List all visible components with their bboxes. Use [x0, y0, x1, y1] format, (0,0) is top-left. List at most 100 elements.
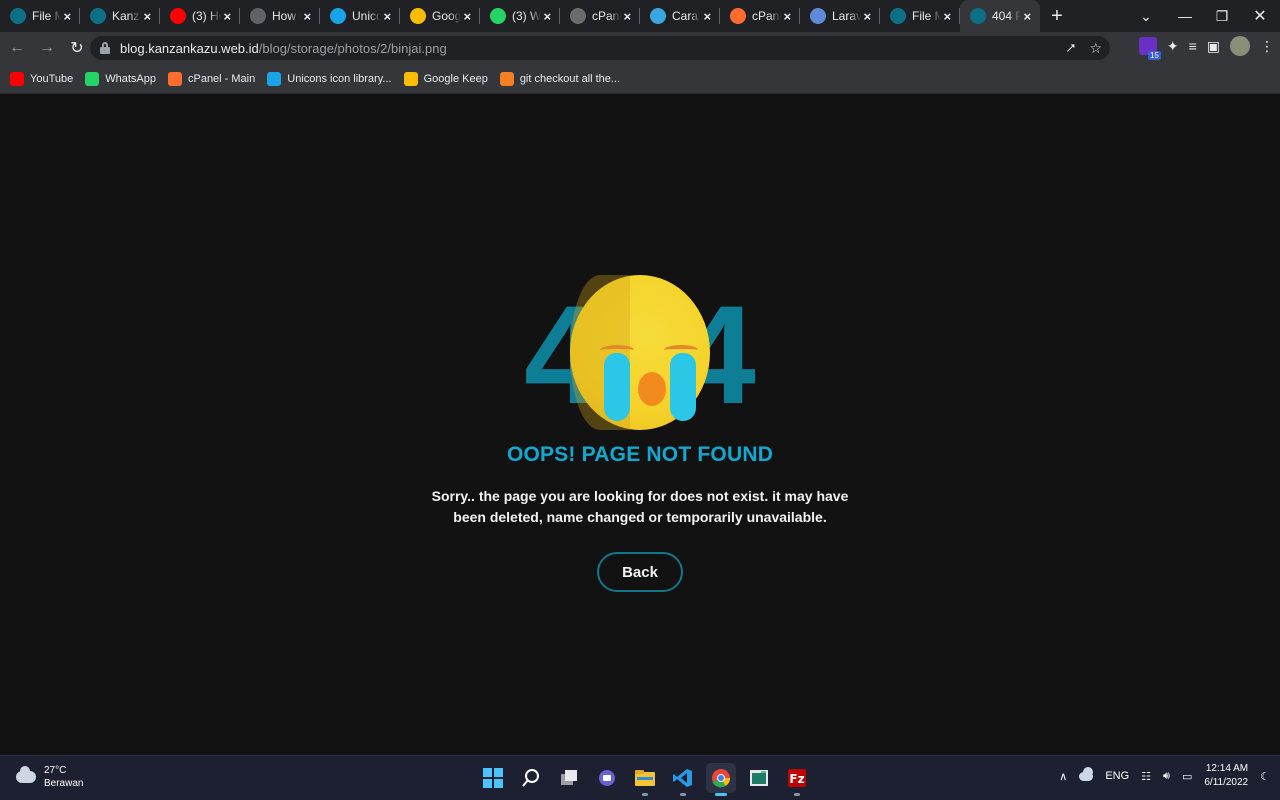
tab[interactable]: Cara M×	[640, 0, 720, 32]
kanzan-icon	[10, 8, 26, 24]
teams-chat-icon[interactable]	[592, 763, 622, 793]
close-tab-icon[interactable]: ×	[781, 9, 794, 24]
extensions-puzzle-icon[interactable]: ✦	[1167, 38, 1179, 55]
tab[interactable]: Googl×	[400, 0, 480, 32]
tab[interactable]: File M ×	[0, 0, 80, 32]
bookmark-label: Google Keep	[423, 72, 488, 85]
cpanel-icon	[730, 8, 746, 24]
tab-title: File M	[912, 9, 941, 23]
kanzan-icon	[890, 8, 906, 24]
taskbar-apps: Fz	[478, 763, 812, 796]
back-button[interactable]: Back	[597, 552, 683, 592]
right-tear	[670, 353, 696, 421]
tab[interactable]: (3) Ho×	[160, 0, 240, 32]
forward-arrow-icon[interactable]: →	[34, 35, 60, 61]
error-description: Sorry.. the page you are looking for doe…	[431, 488, 849, 525]
close-tab-icon[interactable]: ×	[861, 9, 874, 24]
vscode-icon[interactable]	[668, 763, 698, 796]
tab[interactable]: How t ×	[240, 0, 320, 32]
system-tray: ∧ ENG ☷ 🔊︎ ▭ 12:14 AM 6/11/2022 ☾	[1059, 762, 1270, 790]
unicons-icon	[267, 71, 282, 86]
google-keep-icon	[403, 71, 418, 86]
reload-icon[interactable]: ↻	[64, 35, 90, 61]
close-window-icon[interactable]: ✕	[1242, 0, 1278, 32]
bookmark-item[interactable]: cPanel - Main	[167, 71, 256, 86]
media-queue-icon[interactable]: ≡	[1189, 38, 1197, 54]
bookmark-item[interactable]: Google Keep	[403, 71, 488, 86]
menu-kebab-icon[interactable]: ⋮	[1260, 38, 1274, 55]
close-tab-icon[interactable]: ×	[61, 9, 74, 24]
filezilla-icon[interactable]: Fz	[782, 763, 812, 796]
windows-start-icon[interactable]	[478, 763, 508, 793]
side-panel-icon[interactable]: ▣	[1207, 38, 1220, 55]
notifications-moon-icon[interactable]: ☾	[1260, 770, 1270, 783]
taskbar: 27°C Berawan Fz ∧ ENG ☷ 🔊︎ ▭ 12:14 AM 6/…	[0, 755, 1280, 800]
battery-icon[interactable]: ▭	[1182, 770, 1192, 783]
whatsapp-icon	[85, 71, 100, 86]
bookmark-item[interactable]: WhatsApp	[85, 71, 156, 86]
close-tab-icon[interactable]: ×	[301, 9, 314, 24]
bookmark-item[interactable]: YouTube	[10, 71, 73, 86]
chevron-up-icon[interactable]: ∧	[1059, 770, 1067, 783]
cpanel-icon	[167, 71, 182, 86]
tab[interactable]: 404 P ×	[960, 0, 1040, 32]
close-tab-icon[interactable]: ×	[941, 9, 954, 24]
close-tab-icon[interactable]: ×	[141, 9, 154, 24]
tab[interactable]: Kanza×	[80, 0, 160, 32]
tab-title: cPane	[752, 9, 781, 23]
tab[interactable]: Unico ×	[320, 0, 400, 32]
task-view-icon[interactable]	[554, 763, 584, 793]
restore-icon[interactable]: ❐	[1204, 0, 1240, 32]
back-arrow-icon[interactable]: ←	[4, 35, 30, 61]
close-tab-icon[interactable]: ×	[701, 9, 714, 24]
chrome-icon[interactable]	[706, 763, 736, 796]
clock[interactable]: 12:14 AM 6/11/2022	[1204, 762, 1248, 790]
onedrive-icon[interactable]	[1079, 766, 1094, 781]
bookmark-label: git checkout all the...	[519, 72, 621, 85]
tab[interactable]: cPane×	[720, 0, 800, 32]
volume-icon[interactable]: 🔊︎	[1163, 770, 1170, 783]
tab[interactable]: Larave×	[800, 0, 880, 32]
weather-widget[interactable]: 27°C Berawan	[16, 764, 83, 790]
tab-search-icon[interactable]: ⌄	[1128, 0, 1164, 32]
minimize-icon[interactable]: —	[1167, 0, 1203, 32]
tab[interactable]: cPane×	[560, 0, 640, 32]
bookmark-label: cPanel - Main	[187, 72, 256, 85]
404-illustration: 4 4	[520, 275, 760, 435]
cpanel-skull-icon	[570, 8, 586, 24]
bookmark-item[interactable]: Unicons icon library...	[267, 71, 392, 86]
close-tab-icon[interactable]: ×	[541, 9, 554, 24]
terminal-icon[interactable]	[744, 763, 774, 793]
share-icon[interactable]: ⭧	[1066, 40, 1075, 57]
file-explorer-icon[interactable]	[630, 763, 660, 796]
google-keep-icon	[410, 8, 426, 24]
tab[interactable]: (3) Wh×	[480, 0, 560, 32]
profile-avatar[interactable]	[1230, 36, 1250, 56]
close-tab-icon[interactable]: ×	[461, 9, 474, 24]
new-tab-button[interactable]: +	[1040, 0, 1074, 32]
close-tab-icon[interactable]: ×	[221, 9, 234, 24]
lock-icon[interactable]	[100, 42, 110, 54]
tab-title: How t	[272, 9, 301, 23]
extension-icon[interactable]: 15	[1138, 37, 1161, 60]
error-heading: OOPS! PAGE NOT FOUND	[506, 443, 774, 466]
wifi-icon[interactable]: ☷	[1141, 770, 1151, 783]
bookmark-item[interactable]: git checkout all the...	[499, 71, 621, 86]
address-bar[interactable]: blog.kanzankazu.web.id/blog/storage/phot…	[90, 36, 1110, 60]
weather-condition: Berawan	[44, 778, 84, 789]
tab[interactable]: File M ×	[880, 0, 960, 32]
bookmark-star-icon[interactable]: ☆	[1089, 40, 1102, 57]
cloud-icon	[16, 766, 36, 783]
close-tab-icon[interactable]: ×	[381, 9, 394, 24]
search-icon[interactable]	[516, 763, 546, 793]
browser-toolbar: ← → ↻ blog.kanzankazu.web.id/blog/storag…	[0, 32, 1280, 64]
mouth	[638, 372, 666, 406]
tab-title: 404 P	[992, 9, 1021, 23]
bookmark-label: Unicons icon library...	[287, 72, 392, 85]
close-tab-icon[interactable]: ×	[621, 9, 634, 24]
bookmarks-bar: YouTube WhatsApp cPanel - Main Unicons icon…	[0, 64, 1280, 94]
close-tab-icon[interactable]: ×	[1021, 9, 1034, 24]
tab-title: File M	[32, 9, 61, 23]
svg-text:Fz: Fz	[789, 772, 804, 786]
language-indicator[interactable]: ENG	[1105, 770, 1129, 782]
